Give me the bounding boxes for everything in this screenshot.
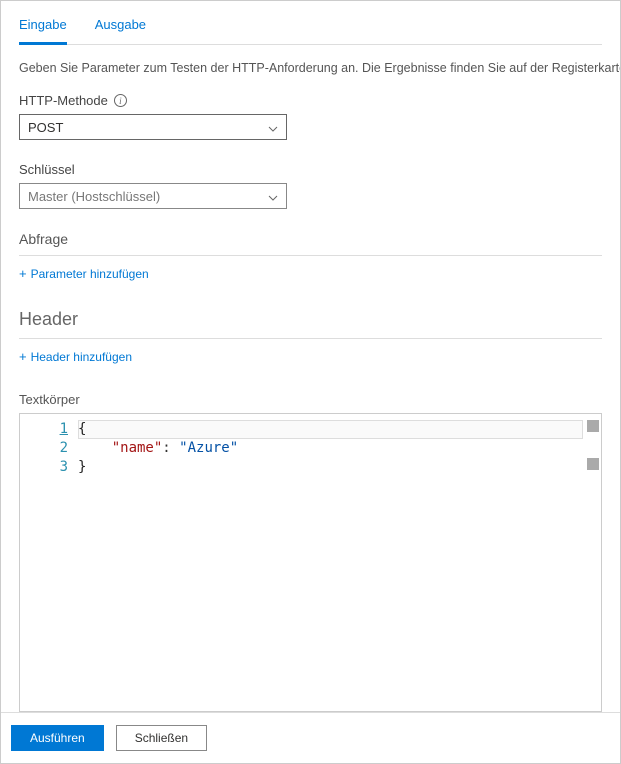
tab-output[interactable]: Ausgabe xyxy=(95,11,146,44)
info-icon[interactable]: i xyxy=(114,94,127,107)
editor-code[interactable]: { "name": "Azure" } xyxy=(78,414,601,711)
editor-gutter: 1 2 3 xyxy=(20,414,78,711)
plus-icon: + xyxy=(19,349,27,364)
http-method-select[interactable]: POST xyxy=(19,114,287,140)
key-value: Master (Hostschlüssel) xyxy=(28,189,160,204)
key-select[interactable]: Master (Hostschlüssel) xyxy=(19,183,287,209)
add-parameter-link[interactable]: + Parameter hinzufügen xyxy=(19,266,602,281)
chevron-down-icon xyxy=(268,122,278,132)
tab-input[interactable]: Eingabe xyxy=(19,11,67,45)
query-section-header: Abfrage xyxy=(19,231,602,256)
description-text: Geben Sie Parameter zum Testen der HTTP-… xyxy=(19,61,602,75)
add-header-link[interactable]: + Header hinzufügen xyxy=(19,349,602,364)
http-method-label: HTTP-Methode i xyxy=(19,93,602,108)
body-label: Textkörper xyxy=(19,392,602,407)
http-method-value: POST xyxy=(28,120,63,135)
footer: Ausführen Schließen xyxy=(1,712,620,763)
close-button[interactable]: Schließen xyxy=(116,725,207,751)
header-section-header: Header xyxy=(19,309,602,339)
chevron-down-icon xyxy=(268,191,278,201)
body-editor[interactable]: 1 2 3 { "name": "Azure" } xyxy=(19,413,602,712)
run-button[interactable]: Ausführen xyxy=(11,725,104,751)
key-label: Schlüssel xyxy=(19,162,602,177)
plus-icon: + xyxy=(19,266,27,281)
tabs: Eingabe Ausgabe xyxy=(19,11,602,45)
